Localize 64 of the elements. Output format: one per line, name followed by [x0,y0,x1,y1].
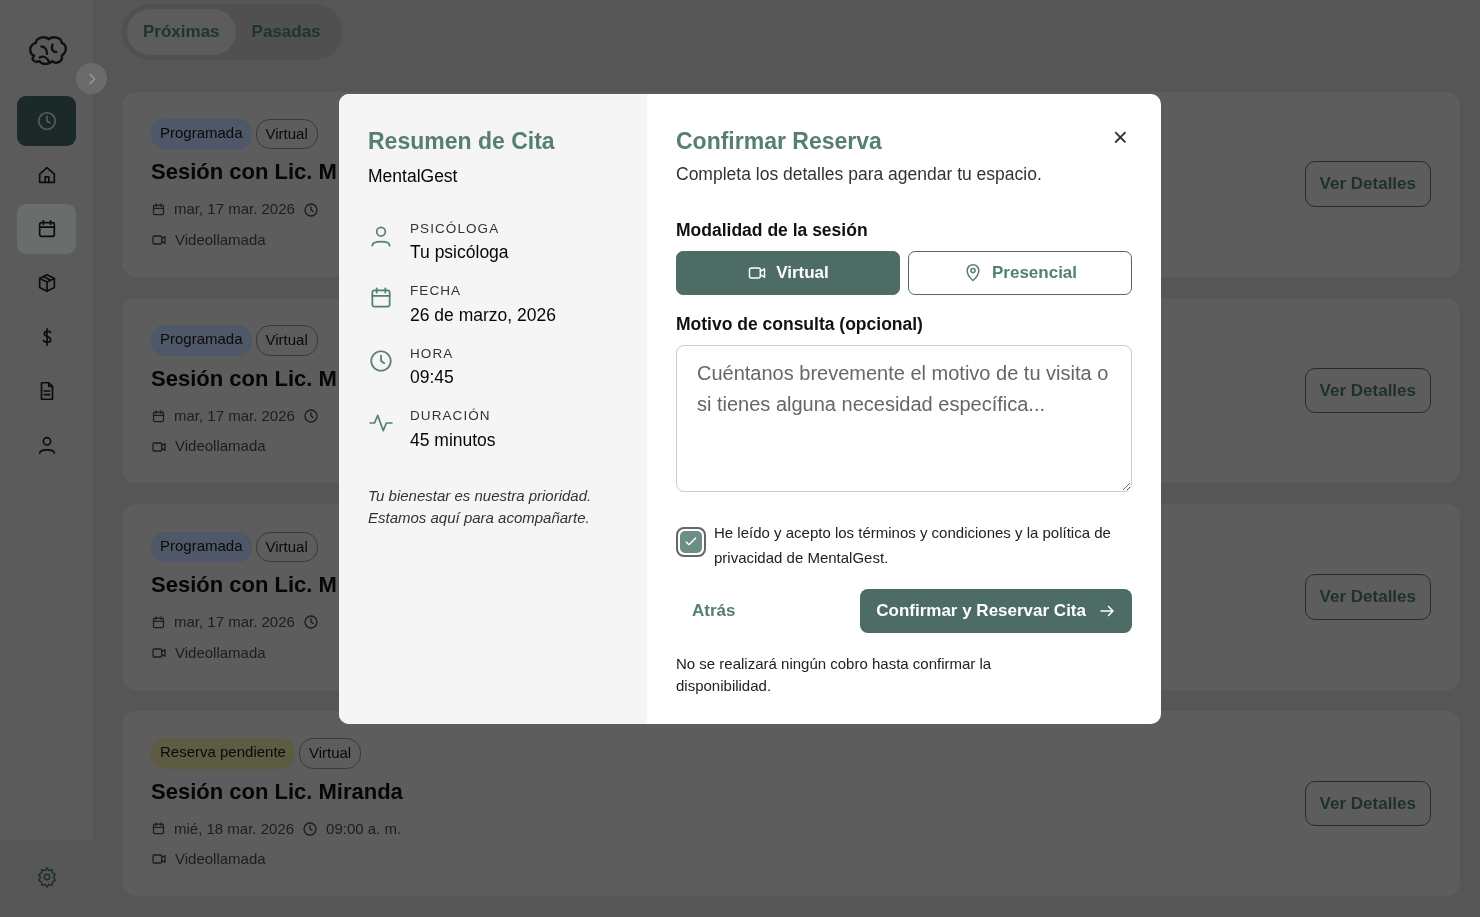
field-label: Motivo de consulta (opcional) [676,313,924,336]
details-button[interactable]: Ver Detalles [1304,161,1431,207]
calendar-icon [151,614,166,630]
status-badge: Reserva pendiente [151,738,295,769]
mode-badge: Virtual [255,118,318,150]
status-badge: Programada [151,325,252,356]
reason-field[interactable]: Cuéntanos brevemente el motivo de tu visita o si tienes alguna necesidad específica... [676,345,1132,493]
mode-badge: Virtual [298,738,362,769]
detail-label: PSICÓLOGA [410,219,501,238]
mode-badge: Virtual [255,325,318,356]
clock-icon [302,201,319,218]
appointment-title: Sesión con Lic. M [151,364,337,393]
appointment-title: Sesión con Lic. Miranda [151,777,403,806]
summary-title: Resumen de Cita [368,127,556,156]
appointment-title: Sesión con Lic. M [151,571,337,600]
back-button[interactable]: Atrás [676,590,752,632]
mode-badge: Virtual [255,531,318,563]
confirm-button[interactable]: Confirmar y Reservar Cita [860,588,1132,633]
appointment-date: mar, 17 mar. 2026 [174,199,295,220]
brand-name: MentalGest [368,164,459,188]
disclaimer-text: No se realizará ningún cobro hasta confirmar la disponibilidad. [676,653,993,697]
clock-icon [302,408,319,425]
detail-value: 45 minutos [410,428,496,452]
field-label: Modalidad de la sesión [676,218,869,242]
appointment-channel: Videollamada [175,436,266,457]
close-button[interactable]: × [1108,124,1132,150]
terms-text: He leído y acepto los términos y condiciones y la política de privacidad de MentalGest. [714,523,1112,568]
summary-note: Tu bienestar es nuestra prioridad. Estamos aquí para acompañarte. [368,485,593,529]
detail-value: 26 de marzo, 2026 [410,303,556,327]
sidebar-toggle-button[interactable] [76,63,107,94]
calendar-icon [151,821,166,837]
clock-icon [35,110,58,132]
appointment-time: 09:00 a. m. [326,818,402,839]
appointment-channel: Videollamada [175,642,266,663]
detail-value: 09:45 [410,366,454,389]
appointment-channel: Videollamada [175,849,266,870]
terms-checkbox[interactable] [676,527,706,558]
appointment-date: mié, 18 mar. 2026 [174,818,295,839]
status-badge: Programada [151,531,252,563]
modality-option[interactable]: Virtual [676,251,900,295]
form-subtitle: Completa los detalles para agendar tu espacio. [676,162,1043,186]
sidebar-item[interactable] [17,96,76,146]
modality-option[interactable]: Presencial [908,251,1132,295]
appointment-channel: Videollamada [175,229,266,250]
form-title: Confirmar Reserva [676,127,882,156]
calendar-icon [151,202,166,218]
detail-value: Tu psicóloga [410,241,509,264]
appointment-date: mar, 17 mar. 2026 [174,405,295,426]
appointment-title: Sesión con Lic. M [151,158,337,187]
settings-icon [35,865,58,888]
status-badge: Programada [151,118,252,150]
detail-label: DURACIÓN [410,407,492,426]
clock-icon [368,347,394,374]
details-button[interactable]: Ver Detalles [1304,780,1431,827]
details-button[interactable]: Ver Detalles [1304,574,1431,620]
details-button[interactable]: Ver Detalles [1304,367,1431,414]
sidebar-item[interactable] [17,204,76,254]
tab[interactable]: Próximas [127,9,236,55]
detail-label: HORA [410,344,454,363]
appointment-date: mar, 17 mar. 2026 [174,612,295,633]
detail-label: FECHA [410,282,463,301]
clock-icon [302,820,319,837]
calendar-icon [151,408,166,424]
clock-icon [302,614,319,631]
